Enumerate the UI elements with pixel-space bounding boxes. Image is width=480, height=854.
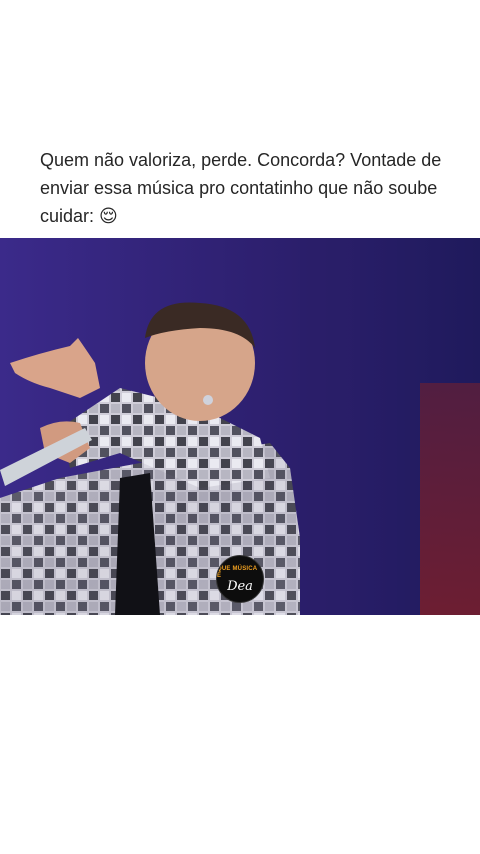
channel-logo: QUE MÚSICA É Dea (216, 555, 264, 603)
empty-area (0, 615, 480, 854)
logo-text-top: QUE MÚSICA É (217, 565, 258, 579)
logo-text-bottom: Dea (227, 578, 253, 594)
post-caption: Quem não valoriza, perde. Concorda? Vont… (40, 150, 442, 226)
